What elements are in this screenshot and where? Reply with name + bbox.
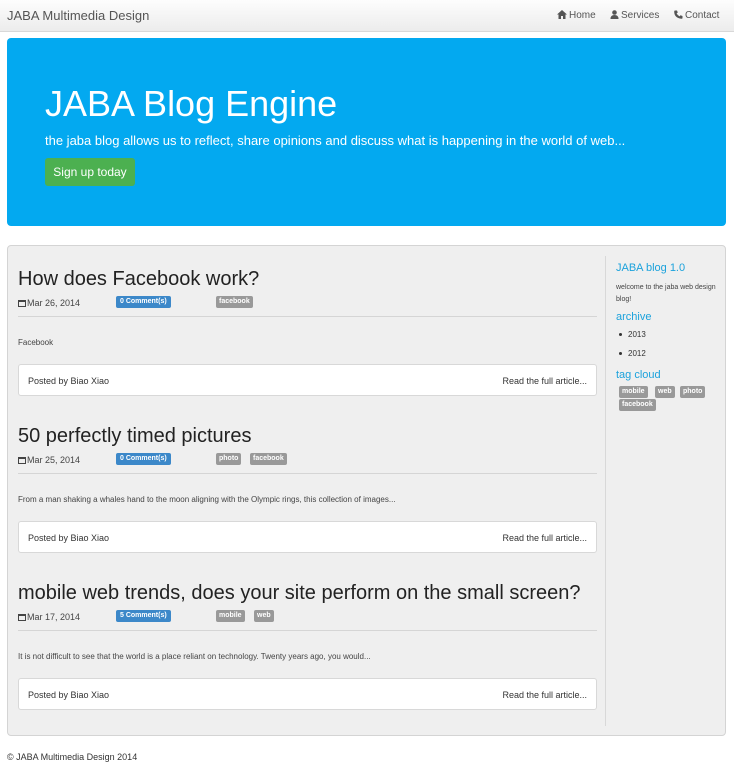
nav-services-link[interactable]: Services — [610, 10, 659, 22]
tagcloud-tag[interactable]: web — [655, 386, 675, 398]
sidebar-about-heading: JABA blog 1.0 — [616, 262, 686, 274]
signup-button[interactable]: Sign up today — [45, 158, 135, 186]
post-date: Mar 26, 2014 — [18, 298, 80, 308]
post-excerpt: Facebook — [18, 338, 54, 347]
jumbotron: JABA Blog Engine the jaba blog allows us… — [7, 38, 726, 226]
archive-item-2013[interactable]: 2013 — [616, 325, 716, 344]
post-tag[interactable]: mobile — [216, 610, 245, 622]
calendar-icon — [18, 457, 26, 464]
navbar: JABA Multimedia Design Home Services Con… — [0, 0, 734, 32]
post-meta: Mar 25, 2014 0 Comment(s) photo facebook — [18, 453, 597, 469]
post-excerpt: It is not difficult to see that the worl… — [18, 652, 371, 661]
page-footer: © JABA Multimedia Design 2014 — [7, 752, 138, 762]
blog-post: How does Facebook work? Mar 26, 2014 0 C… — [18, 266, 597, 396]
user-icon — [610, 10, 619, 22]
post-author: Posted by Biao Xiao — [28, 690, 110, 700]
home-icon — [557, 10, 567, 22]
comment-count-badge[interactable]: 5 Comment(s) — [116, 610, 171, 622]
post-date: Mar 17, 2014 — [18, 612, 80, 622]
tagcloud-tag[interactable]: photo — [680, 386, 706, 398]
nav-contact-label: Contact — [685, 10, 720, 21]
post-footer: Posted by Biao Xiao Read the full articl… — [18, 521, 597, 553]
sidebar-tagcloud-heading: tag cloud — [616, 369, 661, 381]
tag-cloud: mobile web photo facebook — [616, 386, 716, 416]
post-tag[interactable]: web — [254, 610, 274, 622]
post-tag[interactable]: facebook — [250, 453, 287, 465]
post-title[interactable]: mobile web trends, does your site perfor… — [18, 580, 597, 606]
post-meta: Mar 26, 2014 0 Comment(s) facebook — [18, 296, 597, 312]
post-excerpt: From a man shaking a whales hand to the … — [18, 495, 396, 504]
sidebar-archive-heading: archive — [616, 311, 652, 323]
phone-icon — [674, 10, 683, 22]
nav-home-label: Home — [569, 10, 596, 21]
jumbotron-title: JABA Blog Engine — [45, 83, 338, 124]
post-footer: Posted by Biao Xiao Read the full articl… — [18, 364, 597, 396]
calendar-icon — [18, 614, 26, 621]
post-title[interactable]: 50 perfectly timed pictures — [18, 423, 597, 449]
tagcloud-tag[interactable]: facebook — [619, 399, 656, 411]
sidebar-about-text: welcome to the jaba web design blog! — [616, 284, 716, 303]
tagcloud-tag[interactable]: mobile — [619, 386, 648, 398]
post-title[interactable]: How does Facebook work? — [18, 266, 597, 292]
divider — [18, 473, 597, 474]
blog-post: mobile web trends, does your site perfor… — [18, 580, 597, 710]
archive-list: 2013 2012 — [616, 325, 716, 363]
nav-home-link[interactable]: Home — [557, 10, 596, 22]
divider — [18, 630, 597, 631]
read-more-link[interactable]: Read the full article... — [502, 376, 587, 386]
nav-services-label: Services — [621, 10, 660, 21]
comment-count-badge[interactable]: 0 Comment(s) — [116, 453, 171, 465]
main-content: How does Facebook work? Mar 26, 2014 0 C… — [7, 245, 726, 736]
brand-link[interactable]: JABA Multimedia Design — [7, 8, 149, 23]
comment-count-badge[interactable]: 0 Comment(s) — [116, 296, 171, 308]
divider — [18, 316, 597, 317]
archive-item-2012[interactable]: 2012 — [616, 344, 716, 363]
sidebar: JABA blog 1.0 welcome to the jaba web de… — [605, 256, 720, 726]
calendar-icon — [18, 300, 26, 307]
post-author: Posted by Biao Xiao — [28, 376, 110, 386]
post-tag[interactable]: facebook — [216, 296, 253, 308]
post-date: Mar 25, 2014 — [18, 455, 80, 465]
post-author: Posted by Biao Xiao — [28, 533, 110, 543]
post-tag[interactable]: photo — [216, 453, 242, 465]
post-meta: Mar 17, 2014 5 Comment(s) mobile web — [18, 610, 597, 626]
read-more-link[interactable]: Read the full article... — [502, 690, 587, 700]
post-footer: Posted by Biao Xiao Read the full articl… — [18, 678, 597, 710]
jumbotron-subtitle: the jaba blog allows us to reflect, shar… — [45, 133, 626, 148]
read-more-link[interactable]: Read the full article... — [502, 533, 587, 543]
blog-post: 50 perfectly timed pictures Mar 25, 2014… — [18, 423, 597, 553]
nav-contact-link[interactable]: Contact — [674, 10, 719, 22]
